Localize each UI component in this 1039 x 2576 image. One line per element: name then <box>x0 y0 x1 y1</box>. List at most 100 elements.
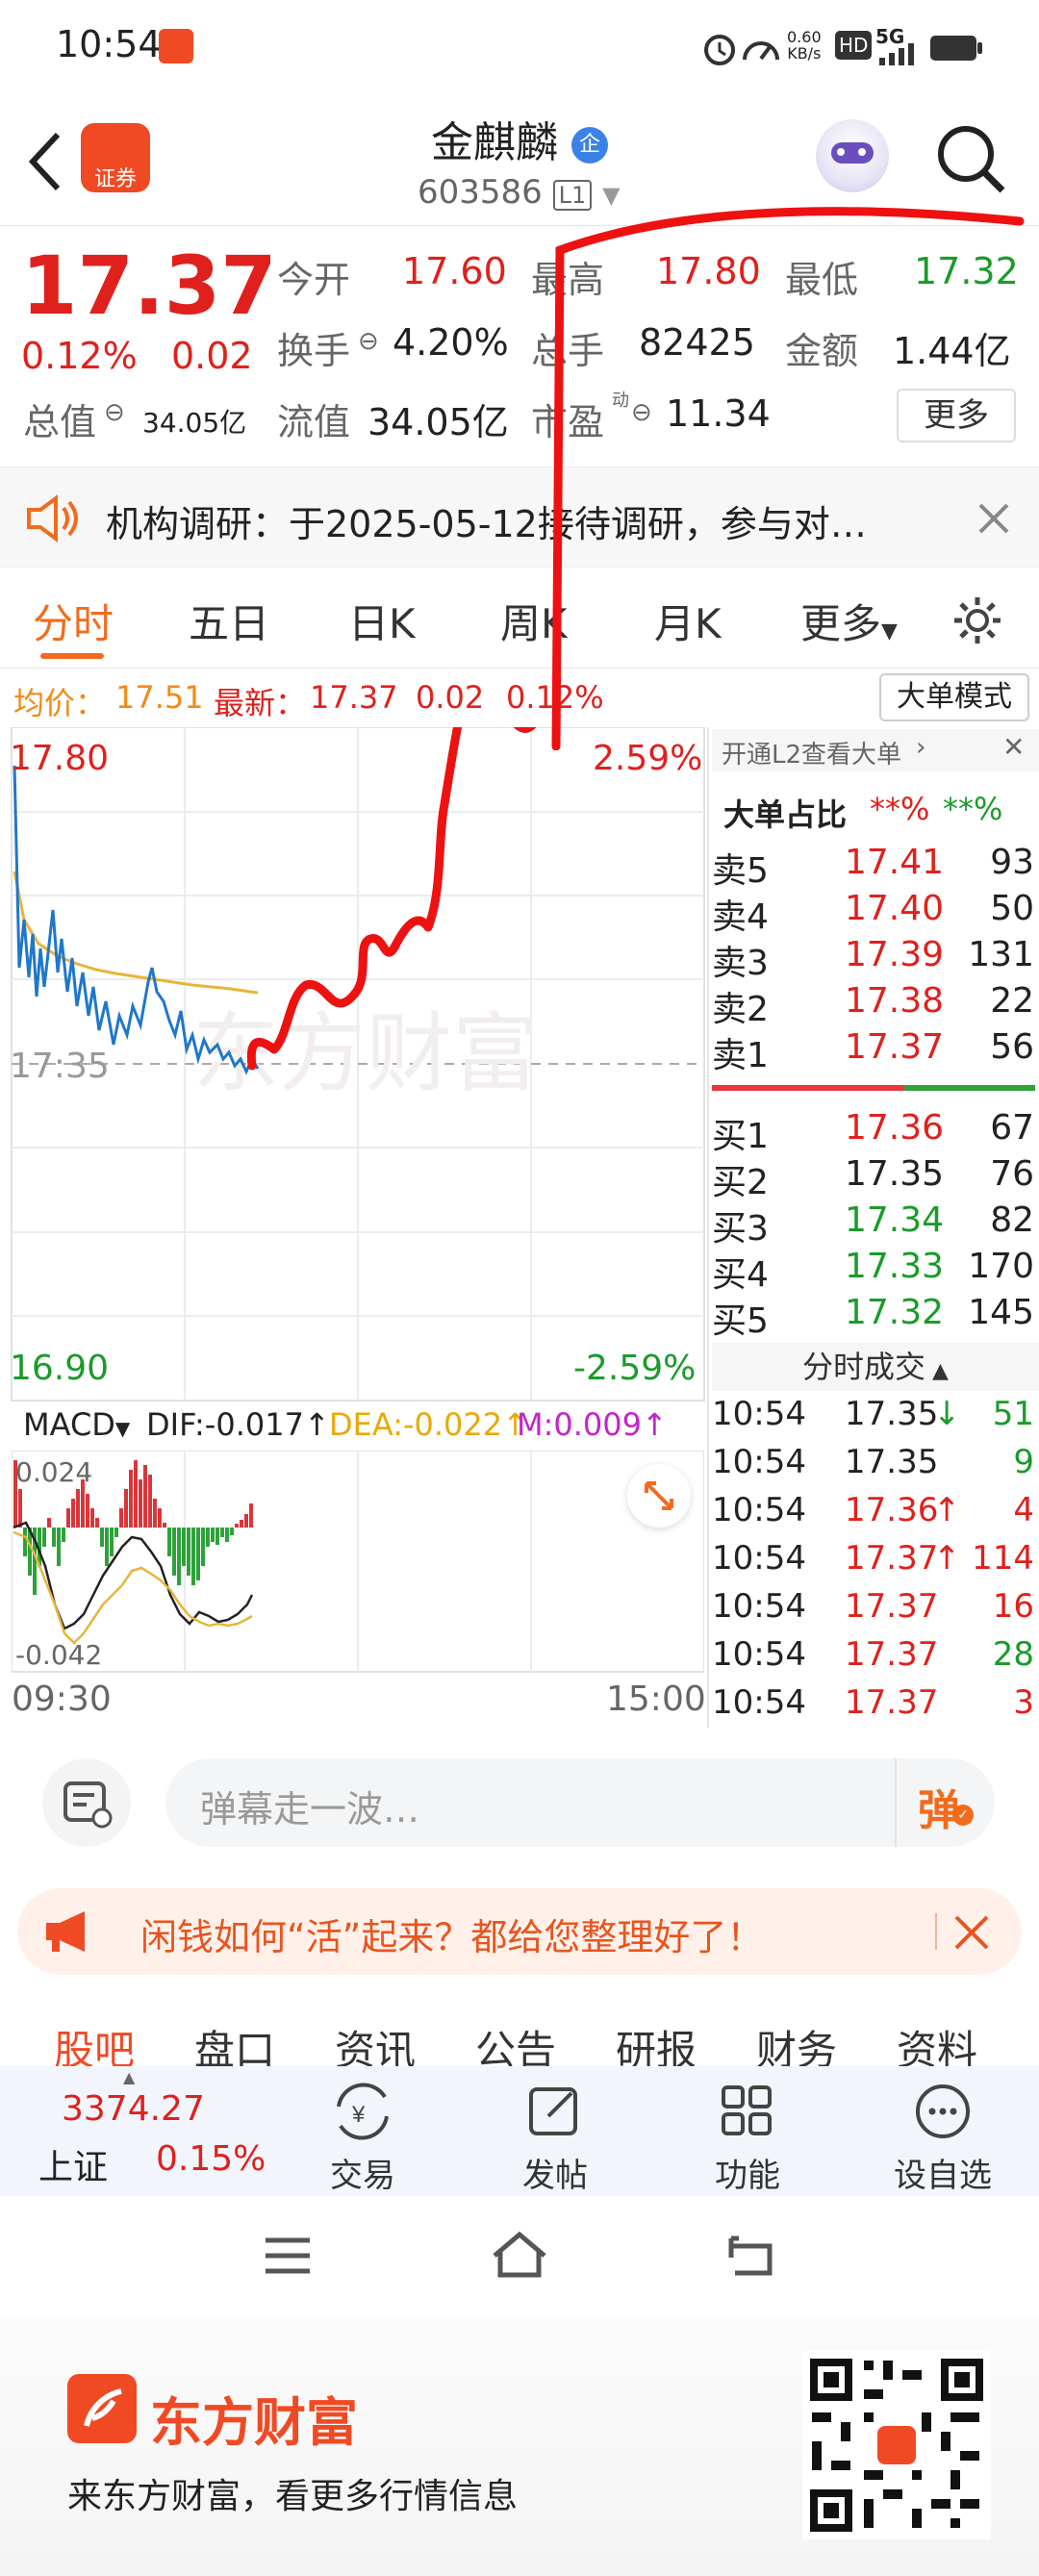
close-icon[interactable] <box>977 502 1010 535</box>
volume-value: 82425 <box>639 321 755 364</box>
danmaku-input[interactable]: 弹幕走一波… 弹 ✓ <box>165 1758 995 1847</box>
stock-code-selector[interactable]: 603586 L1 ▼ <box>418 173 621 212</box>
l2-banner-text: 开通L2查看大单 <box>722 741 902 770</box>
caret-up-icon: ▲ <box>123 2068 136 2086</box>
speedometer-icon <box>743 41 779 61</box>
volume-label: 总手 <box>531 330 605 372</box>
tab-announcements[interactable]: 公告 <box>475 2018 556 2066</box>
home-icon[interactable] <box>491 2231 548 2279</box>
order-volume: 131 <box>968 935 1034 974</box>
danmaku-list-icon <box>63 1781 113 1829</box>
info-circle-icon[interactable]: ⊖ <box>358 327 379 356</box>
amount-label: 金额 <box>785 330 859 372</box>
nav-add-watchlist[interactable]: 设自选 <box>885 2066 1001 2196</box>
stock-code: 603586 <box>418 173 543 212</box>
turnover-value: 4.20% <box>393 321 509 364</box>
status-time: 10:54 <box>56 23 162 65</box>
order-volume: 145 <box>968 1293 1034 1332</box>
net-speed: 0.60 KB/s <box>787 28 822 63</box>
tab-pankou[interactable]: 盘口 <box>194 2018 275 2066</box>
securities-logo[interactable]: 证券 <box>81 123 150 192</box>
order-price: 17.33 <box>845 1247 945 1286</box>
trade-icon: ¥ <box>337 2083 389 2140</box>
big-order-mode-button[interactable]: 大单模式 <box>879 673 1029 721</box>
order-label: 卖3 <box>712 944 769 983</box>
nav-post[interactable]: 发帖 <box>502 2066 608 2196</box>
more-button[interactable]: 更多 <box>897 389 1016 442</box>
tab-intraday[interactable]: 分时 <box>33 592 114 650</box>
big-order-ratio-label: 大单占比 <box>723 796 848 833</box>
content-tabs: 股吧 盘口 资讯 公告 研报 财务 资料 <box>0 1989 1039 2066</box>
close-icon[interactable]: ✕ <box>1002 731 1025 763</box>
macd-dea-line <box>13 1530 253 1645</box>
order-row-buy2: 买2 17.35 76 <box>712 1154 1034 1202</box>
tab-weekly-k[interactable]: 周K <box>500 592 568 650</box>
danmaku-toggle-button[interactable]: 弹 ✓ <box>895 1758 995 1847</box>
index-ticker[interactable]: ▲ 3374.27 上证 0.15% <box>0 2066 289 2196</box>
menu-icon[interactable] <box>264 2236 312 2275</box>
danmaku-settings-button[interactable] <box>42 1758 131 1847</box>
tab-more[interactable]: 更多▼ <box>800 592 898 650</box>
macd-bottom-value: -0.042 <box>15 1639 103 1671</box>
order-row-sell3: 卖3 17.39 131 <box>712 935 1034 983</box>
nav-trade[interactable]: ¥ 交易 <box>310 2066 416 2196</box>
tab-monthly-k[interactable]: 月K <box>654 592 722 650</box>
nav-functions[interactable]: 功能 <box>695 2066 800 2196</box>
order-volume: 22 <box>990 981 1034 1021</box>
tab-five-day[interactable]: 五日 <box>189 592 269 650</box>
order-price: 17.34 <box>845 1200 945 1240</box>
macd-dea: DEA:-0.022↑ <box>329 1406 528 1443</box>
order-label: 卖1 <box>712 1036 769 1075</box>
tab-profile[interactable]: 资料 <box>897 2018 977 2066</box>
stock-header: 证券 金麒麟 企 603586 L1 ▼ <box>0 96 1039 226</box>
macd-dif: DIF:-0.017↑ <box>146 1406 330 1443</box>
high-label: 最高 <box>531 259 605 301</box>
research-notice-bar[interactable]: 机构调研：于2025-05-12接待调研，参与对… <box>0 467 1039 568</box>
chart-mid-price: 17:35 <box>10 1047 110 1086</box>
tab-daily-k[interactable]: 日K <box>348 592 416 650</box>
back-icon[interactable] <box>723 2233 775 2279</box>
chart-info-bar: 均价： 17.51 最新： 17.37 0.02 0.12% 大单模式 <box>0 669 1039 723</box>
pe-dynamic-tag: 动 <box>612 391 629 411</box>
info-circle-icon[interactable]: ⊖ <box>631 398 652 427</box>
tab-news[interactable]: 资讯 <box>335 2018 416 2066</box>
macd-selector[interactable]: MACD▼ <box>23 1406 130 1443</box>
l2-banner[interactable]: 开通L2查看大单 › ✕ <box>712 729 1039 771</box>
order-volume: 93 <box>990 843 1034 882</box>
trades-title: 分时成交 <box>802 1349 926 1385</box>
search-icon[interactable] <box>933 121 1010 198</box>
back-arrow-icon[interactable] <box>25 131 63 192</box>
system-navigation <box>0 2196 1039 2316</box>
expand-chart-button[interactable] <box>627 1464 691 1528</box>
robot-assistant-icon[interactable] <box>816 119 889 192</box>
info-change: 0.02 <box>416 679 485 716</box>
tab-finance[interactable]: 财务 <box>756 2018 837 2066</box>
promo-banner[interactable]: 闲钱如何“活”起来？都给您整理好了！ <box>17 1888 1022 1975</box>
signal-icon <box>879 43 914 65</box>
order-volume: 67 <box>990 1108 1034 1148</box>
tab-research[interactable]: 研报 <box>616 2018 697 2066</box>
latest-label: 最新： <box>214 685 307 721</box>
order-price: 17.40 <box>845 889 945 928</box>
nav-post-label: 发帖 <box>522 2157 588 2195</box>
tab-guba[interactable]: 股吧 <box>54 2018 135 2066</box>
macd-top-value: 0.024 <box>15 1456 93 1488</box>
eastmoney-logo-icon <box>67 2374 137 2443</box>
chart-top-price: 17.80 <box>10 739 110 778</box>
alarm-icon <box>704 35 735 65</box>
change-percent: 0.12% <box>21 335 138 377</box>
trades-header[interactable]: 分时成交 ▲ <box>712 1343 1039 1391</box>
order-label: 买5 <box>712 1301 769 1341</box>
index-name: 上证 <box>38 2148 109 2187</box>
close-icon[interactable] <box>952 1913 991 1952</box>
battery-icon <box>930 36 982 61</box>
open-value: 17.60 <box>402 250 507 292</box>
order-row-sell5: 卖5 17.41 93 <box>712 843 1034 891</box>
order-label: 买4 <box>712 1255 769 1295</box>
gear-icon[interactable] <box>950 593 1004 647</box>
big-order-ratio-red: **% <box>870 791 930 827</box>
info-circle-icon[interactable]: ⊖ <box>104 398 125 427</box>
nav-add-watchlist-label: 设自选 <box>894 2157 992 2195</box>
open-label: 今开 <box>277 259 351 301</box>
pe-value: 11.34 <box>666 392 771 435</box>
